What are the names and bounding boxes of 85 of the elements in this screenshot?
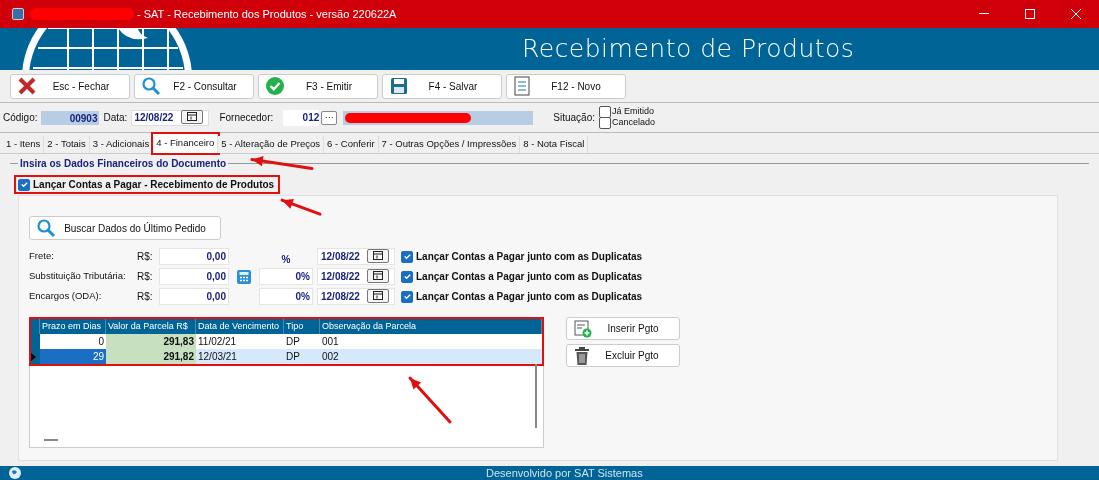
toolbar-button[interactable]: F12 - Novo xyxy=(506,73,626,99)
field-label: Encargos (ODA): xyxy=(29,289,103,304)
supplier-code-field[interactable]: 012 xyxy=(283,109,320,126)
calendar-icon xyxy=(373,271,383,281)
field-label: Código: xyxy=(3,111,38,125)
calendar-button[interactable] xyxy=(181,109,204,124)
tab[interactable]: 2 - Totais xyxy=(44,136,90,153)
checkbox-label: Lançar Contas a Pagar junto com as Duplicatas xyxy=(416,290,643,304)
tab[interactable]: 1 - Itens xyxy=(3,136,45,153)
fetch-button[interactable]: Buscar Dados do Último Pedido xyxy=(29,216,221,240)
checkmark-icon xyxy=(265,76,285,96)
table-cell-text: 002 xyxy=(321,350,340,364)
maximize-icon xyxy=(1025,9,1035,19)
side-button[interactable]: Excluir Pgto xyxy=(566,344,680,367)
table-cell: 29 xyxy=(40,349,106,364)
search-icon xyxy=(141,76,161,96)
table-cell-text: DP xyxy=(285,350,301,364)
checkbox-label: Cancelado xyxy=(612,116,656,130)
app-icon xyxy=(12,8,24,20)
minimize-icon xyxy=(979,13,989,15)
field-label: Fornecedor: xyxy=(219,111,274,125)
tab[interactable]: 8 - Nota Fiscal xyxy=(520,136,589,153)
save-icon xyxy=(389,76,409,96)
search-icon xyxy=(36,218,56,238)
amount-field[interactable]: 0,00 xyxy=(159,248,229,265)
field-label: Situação: xyxy=(553,111,595,125)
field-label: Data: xyxy=(103,111,128,125)
ellipsis-button[interactable]: ··· xyxy=(321,110,338,125)
table-row[interactable]: 29 291,82 12/03/21 DP 002 xyxy=(31,349,542,364)
field-label: R$: xyxy=(137,270,154,284)
document-icon xyxy=(513,76,531,96)
calculator-icon xyxy=(236,268,252,285)
table-cell: 291,82 xyxy=(106,349,196,364)
calendar-icon xyxy=(187,112,198,122)
code-field[interactable]: 00903 xyxy=(41,110,100,125)
calendar-icon xyxy=(373,251,383,261)
checkbox[interactable] xyxy=(401,270,413,283)
side-button[interactable]: Inserir Pgto xyxy=(566,317,680,340)
annotation-arrow xyxy=(407,375,453,425)
checkbox-label: Lançar Contas a Pagar junto com as Duplicatas xyxy=(416,250,643,264)
checkbox-label: Lançar Contas a Pagar - Recebimento de Produtos xyxy=(33,178,275,192)
amount-field[interactable]: 0,00 xyxy=(159,288,229,305)
globe-icon xyxy=(8,466,22,480)
window-title: - SAT - Recebimento dos Produtos - versão 220622A xyxy=(137,6,397,22)
percent-field[interactable]: 0% xyxy=(259,288,313,305)
close-icon xyxy=(1071,9,1081,19)
current-row-icon xyxy=(31,352,36,361)
supplier-name-field[interactable] xyxy=(343,110,534,125)
close-icon xyxy=(17,76,37,96)
amount-field[interactable]: 0,00 xyxy=(159,268,229,285)
checkbox[interactable] xyxy=(401,250,413,263)
field-label: Substituição Tributária: xyxy=(29,269,127,284)
field-label: R$: xyxy=(137,290,154,304)
percent-field[interactable]: 0% xyxy=(259,268,313,285)
table-cell-text: 11/02/21 xyxy=(197,335,238,349)
table-cell-text: DP xyxy=(285,335,301,349)
scrollbar xyxy=(44,439,58,441)
checkbox-label: Já Emitido xyxy=(612,105,655,118)
annotation-arrow xyxy=(249,153,315,172)
column-header: % xyxy=(281,253,291,267)
table-cell: 291,83 xyxy=(106,334,196,349)
toolbar-button[interactable]: F4 - Salvar xyxy=(382,73,502,99)
toolbar-button[interactable]: F3 - Emitir xyxy=(258,73,378,99)
tab[interactable]: 6 - Conferir xyxy=(324,136,379,153)
scrollbar xyxy=(535,364,537,428)
status-text: Desenvolvido por SAT Sistemas xyxy=(486,465,643,480)
calendar-icon xyxy=(373,291,383,301)
tab[interactable]: 4 - Financeiro xyxy=(153,134,219,153)
table-cell-text: 0 xyxy=(97,335,105,349)
table-cell-text: 12/03/21 xyxy=(197,350,238,364)
add-row-icon xyxy=(573,318,593,339)
toolbar-button[interactable]: Esc - Fechar xyxy=(10,73,130,99)
field-label: R$: xyxy=(137,250,154,264)
checkbox[interactable] xyxy=(599,106,611,118)
checkbox[interactable] xyxy=(18,178,30,191)
page-title: Recebimento de Produtos xyxy=(522,33,855,66)
checkbox[interactable] xyxy=(401,290,413,303)
section-title: Insira os Dados Financeiros do Documento xyxy=(20,157,227,171)
checkbox-label: Lançar Contas a Pagar junto com as Duplicatas xyxy=(416,270,643,284)
checkbox[interactable] xyxy=(599,117,611,129)
tab[interactable]: 5 - Alteração de Preços xyxy=(218,136,325,153)
table-cell-text: 001 xyxy=(321,335,340,349)
field-label: Frete: xyxy=(29,249,55,264)
trash-icon xyxy=(573,345,591,366)
toolbar-button[interactable]: F2 - Consultar xyxy=(134,73,254,99)
